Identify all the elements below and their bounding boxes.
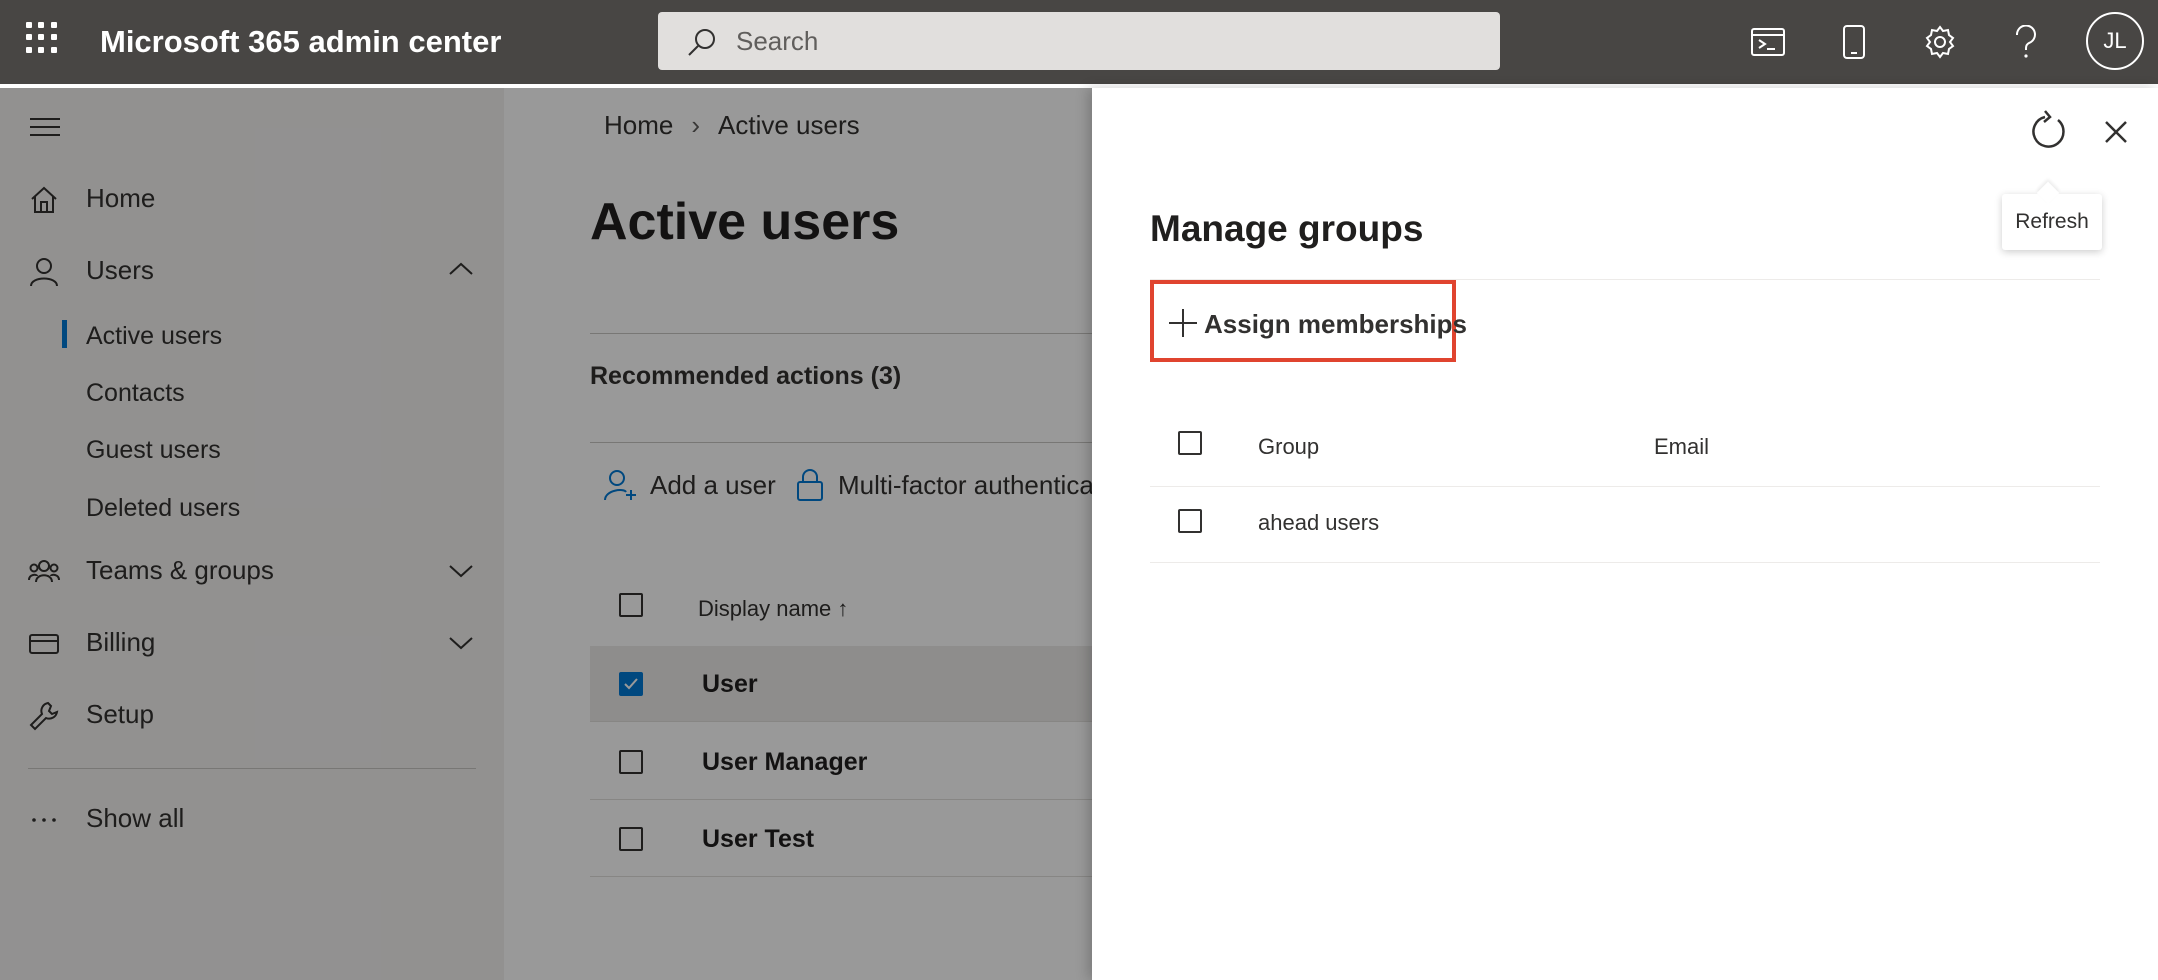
modal-overlay[interactable] bbox=[0, 88, 1092, 980]
plus-icon bbox=[1169, 309, 1197, 337]
row-divider bbox=[1150, 562, 2100, 563]
row-divider bbox=[1150, 486, 2100, 487]
panel-title: Manage groups bbox=[1150, 208, 1424, 249]
manage-groups-panel: Refresh Manage groups Assign memberships… bbox=[1092, 88, 2158, 980]
group-row-checkbox[interactable] bbox=[1178, 509, 1202, 533]
assign-memberships-button[interactable]: Assign memberships bbox=[1150, 280, 1467, 362]
terminal-icon[interactable] bbox=[1746, 20, 1790, 64]
avatar[interactable]: JL bbox=[2086, 12, 2144, 70]
top-bar: Microsoft 365 admin center JL bbox=[0, 0, 2158, 88]
assign-memberships-label: Assign memberships bbox=[1204, 309, 1467, 339]
refresh-button[interactable] bbox=[2024, 108, 2072, 156]
close-icon bbox=[2105, 121, 2127, 143]
close-button[interactable] bbox=[2094, 110, 2138, 154]
refresh-tooltip: Refresh bbox=[2002, 194, 2102, 250]
help-icon[interactable] bbox=[2004, 20, 2048, 64]
refresh-icon bbox=[2032, 110, 2065, 148]
group-name[interactable]: ahead users bbox=[1258, 510, 1379, 536]
email-column-header[interactable]: Email bbox=[1654, 434, 1709, 460]
search-icon bbox=[688, 29, 715, 56]
select-all-groups-checkbox[interactable] bbox=[1178, 431, 1202, 455]
search-box[interactable] bbox=[658, 12, 1500, 70]
mobile-icon[interactable] bbox=[1832, 20, 1876, 64]
group-column-header[interactable]: Group bbox=[1258, 434, 1319, 460]
app-title[interactable]: Microsoft 365 admin center bbox=[100, 24, 501, 60]
waffle-icon[interactable] bbox=[26, 22, 58, 54]
gear-icon[interactable] bbox=[1918, 20, 1962, 64]
search-input[interactable] bbox=[736, 12, 1476, 70]
